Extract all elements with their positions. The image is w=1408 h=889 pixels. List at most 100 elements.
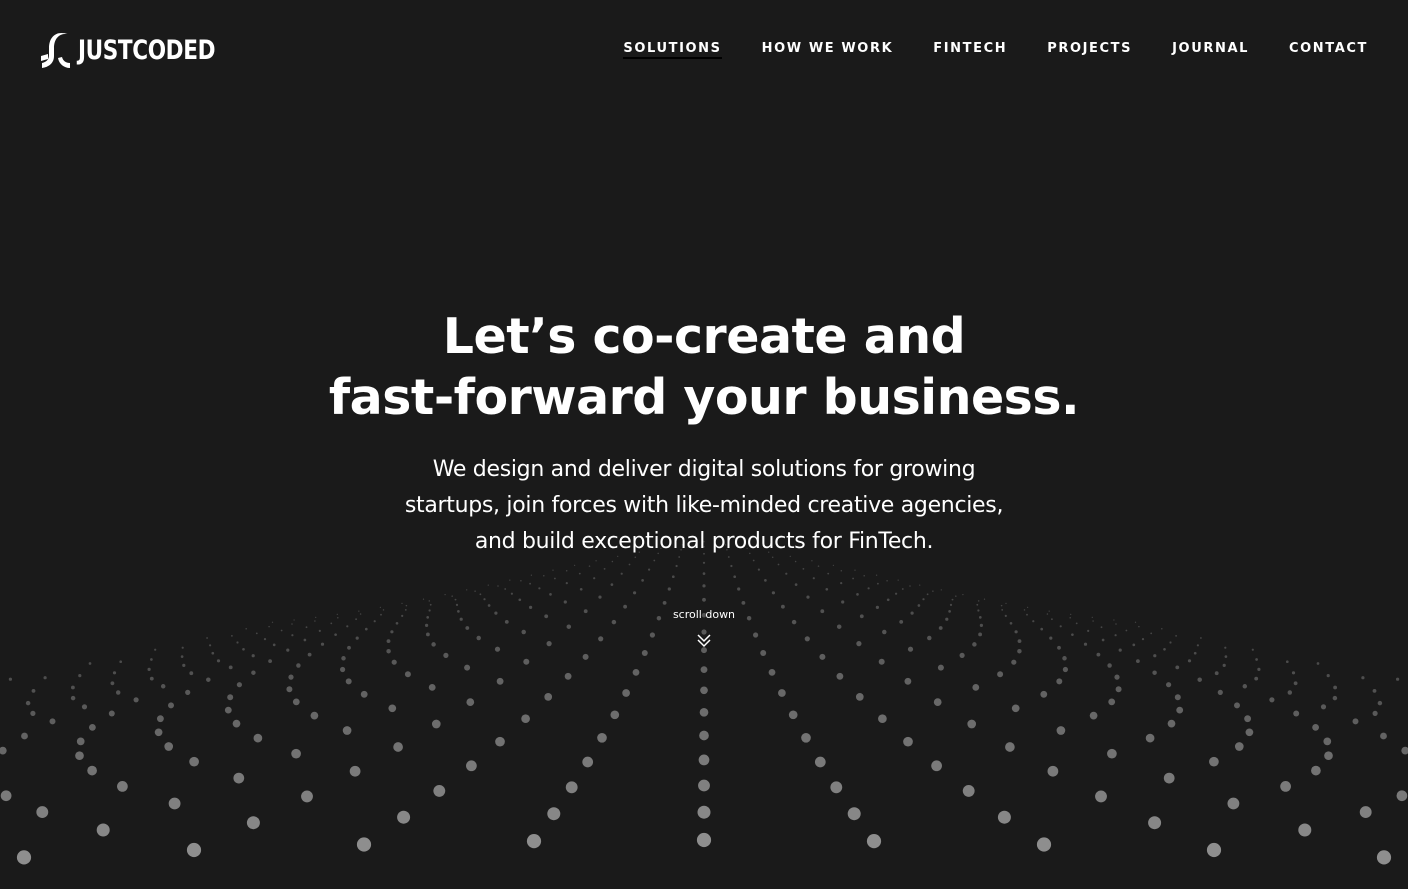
background-dot [483, 598, 486, 601]
background-dot [422, 598, 425, 600]
background-dot [917, 604, 921, 607]
background-dot [119, 660, 123, 664]
background-dot [209, 644, 212, 647]
background-dot [1244, 715, 1252, 723]
background-dot [802, 567, 805, 570]
background-dot [1176, 706, 1184, 714]
background-dot [1048, 610, 1050, 612]
logo-link[interactable]: JUSTCODED [40, 32, 249, 70]
background-dot [81, 704, 88, 710]
scroll-down-button[interactable]: scroll down [654, 606, 754, 648]
background-dot [544, 614, 549, 619]
nav-item-journal[interactable]: JOURNAL [1172, 40, 1249, 58]
background-dot [882, 629, 887, 635]
background-dot [211, 651, 215, 655]
background-dot [641, 579, 644, 582]
background-dot [320, 642, 325, 646]
background-dot [702, 572, 706, 575]
background-dot [292, 698, 300, 706]
background-dot [154, 728, 163, 737]
background-dot [886, 580, 888, 582]
background-dot [841, 600, 845, 604]
background-dot [700, 686, 708, 695]
background-dot [96, 823, 110, 837]
background-dot [1040, 690, 1048, 698]
background-dot [108, 710, 115, 717]
background-dot [977, 600, 980, 602]
background-dot [428, 600, 431, 602]
background-dot [978, 616, 982, 619]
background-dot [1114, 634, 1117, 637]
background-dot [628, 563, 631, 566]
background-dot [1291, 671, 1296, 675]
background-dot [552, 569, 554, 571]
background-dot [110, 681, 115, 686]
background-dot [1333, 685, 1338, 690]
background-dot [88, 723, 96, 731]
background-dot [268, 659, 273, 664]
background-dot [702, 561, 706, 564]
background-dot [1320, 704, 1327, 710]
background-dot [962, 593, 964, 596]
background-dot [1199, 637, 1202, 639]
background-dot [1167, 719, 1176, 728]
brand-name: JUSTCODED [78, 35, 216, 66]
background-dot [425, 632, 430, 637]
background-dot [827, 572, 830, 575]
background-dot [1209, 756, 1219, 767]
background-dot [856, 641, 862, 647]
background-dot [1040, 627, 1044, 631]
hero-headline: Let’s co-create and fast-forward your bu… [0, 306, 1408, 428]
background-dot [16, 850, 32, 865]
background-dot [530, 574, 533, 576]
background-dot [733, 575, 737, 579]
background-dot [959, 652, 965, 659]
background-dot [181, 646, 184, 649]
nav-item-contact[interactable]: CONTACT [1289, 40, 1368, 58]
nav-item-how-we-work[interactable]: HOW WE WORK [762, 40, 894, 58]
background-dot [832, 564, 835, 567]
background-dot [518, 598, 522, 602]
background-dot [342, 726, 352, 735]
background-dot [156, 715, 164, 723]
background-dot [768, 668, 776, 676]
main-nav: SOLUTIONS HOW WE WORK FINTECH PROJECTS J… [583, 40, 1368, 59]
background-dot [1163, 772, 1175, 784]
background-dot [648, 568, 651, 571]
background-dot [582, 756, 594, 768]
background-dot [216, 659, 221, 663]
background-dot [271, 621, 274, 623]
background-dot [1251, 648, 1254, 651]
background-dot [1023, 609, 1026, 611]
nav-item-projects[interactable]: PROJECTS [1047, 40, 1132, 58]
background-dot [897, 579, 899, 581]
background-dot [1113, 619, 1115, 621]
background-dot [336, 613, 338, 616]
background-dot [780, 604, 785, 609]
background-dot [1100, 626, 1103, 629]
background-dot [1026, 613, 1028, 616]
background-dot [185, 689, 191, 696]
background-dot [1372, 688, 1377, 693]
background-dot [1234, 742, 1244, 751]
background-dot [1326, 674, 1330, 678]
background-dot [465, 626, 470, 630]
background-dot [149, 676, 154, 681]
background-dot [404, 608, 407, 611]
nav-item-fintech[interactable]: FINTECH [933, 40, 1007, 58]
background-dot [1148, 816, 1162, 830]
nav-item-solutions[interactable]: SOLUTIONS [623, 40, 722, 59]
background-dot [150, 658, 153, 661]
background-dot [785, 572, 788, 575]
background-dot [401, 614, 404, 618]
background-dot [444, 593, 446, 596]
background-dot [70, 695, 76, 701]
background-dot [360, 690, 368, 698]
background-dot [1145, 733, 1155, 743]
background-dot [1254, 676, 1259, 681]
background-dot [454, 598, 457, 601]
background-dot [632, 668, 640, 676]
background-dot [702, 584, 706, 588]
background-dot [233, 772, 245, 784]
background-dot [529, 582, 532, 585]
